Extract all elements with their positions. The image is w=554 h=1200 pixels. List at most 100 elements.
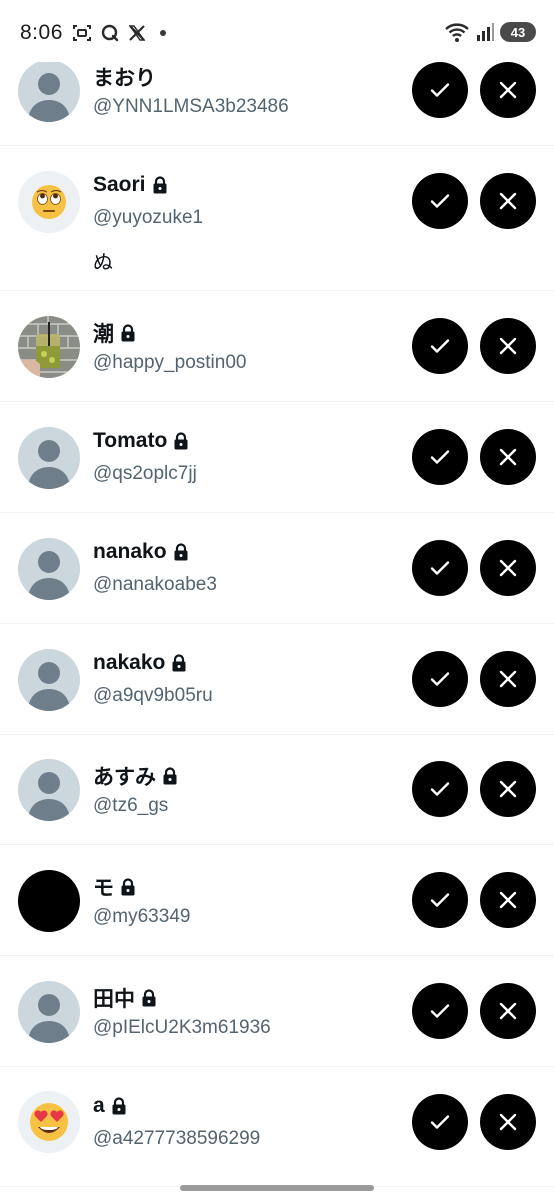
avatar[interactable] — [18, 60, 80, 122]
follow-request-row[interactable]: 田中 @pIElcU2K3m61936 — [0, 956, 554, 1067]
signal-icon — [477, 23, 494, 41]
username-handle: @qs2oplc7jj — [93, 463, 197, 484]
decline-request-button[interactable] — [480, 872, 536, 928]
display-name[interactable]: Tomato — [93, 429, 167, 453]
name-line: a — [93, 1094, 127, 1118]
avatar[interactable] — [18, 649, 80, 711]
follow-request-row[interactable]: nanako @nanakoabe3 — [0, 513, 554, 624]
notification-dot — [160, 30, 166, 36]
accept-request-button[interactable] — [412, 761, 468, 817]
decline-request-button[interactable] — [480, 540, 536, 596]
accept-request-button[interactable] — [412, 173, 468, 229]
close-icon — [499, 559, 517, 577]
close-icon — [499, 192, 517, 210]
avatar[interactable] — [18, 870, 80, 932]
check-icon — [430, 450, 450, 464]
wifi-icon — [445, 23, 469, 42]
status-left-icons — [72, 22, 166, 44]
display-name[interactable]: 田中 — [93, 983, 135, 1013]
accept-request-button[interactable] — [412, 540, 468, 596]
close-icon — [499, 337, 517, 355]
display-name[interactable]: モ — [93, 872, 114, 902]
status-time: 8:06 — [20, 21, 63, 44]
check-icon — [430, 561, 450, 575]
avatar[interactable] — [18, 538, 80, 600]
decline-request-button[interactable] — [480, 429, 536, 485]
username-handle: @a4277738596299 — [93, 1128, 261, 1149]
follow-request-row[interactable]: モ @my63349 — [0, 845, 554, 956]
follow-request-row[interactable]: Saori @yuyozuke1 ぬ — [0, 146, 554, 291]
follow-request-row[interactable]: 潮 @happy_postin00 — [0, 291, 554, 402]
accept-request-button[interactable] — [412, 651, 468, 707]
lock-icon — [120, 878, 136, 896]
follow-request-row[interactable]: Tomato @qs2oplc7jj — [0, 402, 554, 513]
accept-request-button[interactable] — [412, 1094, 468, 1150]
display-name[interactable]: まおり — [93, 62, 156, 92]
status-bar: 8:06 43 — [0, 0, 554, 62]
status-right-icons: 43 — [444, 20, 536, 44]
decline-request-button[interactable] — [480, 1094, 536, 1150]
lock-icon — [141, 989, 157, 1007]
avatar[interactable] — [18, 981, 80, 1043]
accept-request-button[interactable] — [412, 62, 468, 118]
display-name[interactable]: あすみ — [93, 761, 156, 791]
accept-request-button[interactable] — [412, 983, 468, 1039]
accept-request-button[interactable] — [412, 872, 468, 928]
screenshot-icon — [73, 25, 91, 41]
follow-request-row[interactable]: nakako @a9qv9b05ru — [0, 624, 554, 735]
avatar[interactable] — [18, 427, 80, 489]
check-icon — [430, 782, 450, 796]
close-icon — [499, 670, 517, 688]
avatar[interactable] — [18, 171, 80, 233]
decline-request-button[interactable] — [480, 651, 536, 707]
decline-request-button[interactable] — [480, 173, 536, 229]
display-name[interactable]: nanako — [93, 540, 167, 564]
battery-indicator: 43 — [500, 22, 536, 42]
check-icon — [430, 1004, 450, 1018]
check-icon — [430, 1115, 450, 1129]
avatar[interactable] — [18, 759, 80, 821]
username-handle: @pIElcU2K3m61936 — [93, 1017, 271, 1038]
follow-request-row[interactable]: a @a4277738596299 — [0, 1067, 554, 1187]
search-app-icon — [101, 24, 119, 42]
check-icon — [430, 893, 450, 907]
x-logo-icon — [128, 25, 146, 41]
accept-request-button[interactable] — [412, 429, 468, 485]
lock-icon — [173, 432, 189, 450]
decline-request-button[interactable] — [480, 983, 536, 1039]
accept-request-button[interactable] — [412, 318, 468, 374]
avatar[interactable] — [18, 316, 80, 378]
name-line: 潮 — [93, 318, 136, 348]
close-icon — [499, 1113, 517, 1131]
lock-icon — [152, 176, 168, 194]
home-indicator[interactable] — [180, 1185, 374, 1191]
display-name[interactable]: a — [93, 1094, 105, 1118]
decline-request-button[interactable] — [480, 62, 536, 118]
close-icon — [499, 448, 517, 466]
close-icon — [499, 780, 517, 798]
username-handle: @tz6_gs — [93, 795, 169, 816]
check-icon — [430, 194, 450, 208]
username-handle: @yuyozuke1 — [93, 207, 204, 228]
display-name[interactable]: nakako — [93, 651, 165, 675]
display-name[interactable]: 潮 — [93, 318, 114, 348]
lock-icon — [171, 654, 187, 672]
username-handle: @a9qv9b05ru — [93, 685, 213, 706]
name-line: nakako — [93, 651, 187, 675]
lock-icon — [111, 1097, 127, 1115]
close-icon — [499, 81, 517, 99]
name-line: nanako — [93, 540, 189, 564]
avatar[interactable] — [18, 1091, 80, 1153]
name-line: 田中 — [93, 983, 157, 1013]
display-name[interactable]: Saori — [93, 173, 146, 197]
name-line: まおり — [93, 62, 156, 92]
username-handle: @YNN1LMSA3b23486 — [93, 96, 289, 117]
lock-icon — [173, 543, 189, 561]
decline-request-button[interactable] — [480, 318, 536, 374]
close-icon — [499, 1002, 517, 1020]
check-icon — [430, 339, 450, 353]
decline-request-button[interactable] — [480, 761, 536, 817]
username-handle: @nanakoabe3 — [93, 574, 217, 595]
close-icon — [499, 891, 517, 909]
follow-request-row[interactable]: あすみ @tz6_gs — [0, 735, 554, 845]
